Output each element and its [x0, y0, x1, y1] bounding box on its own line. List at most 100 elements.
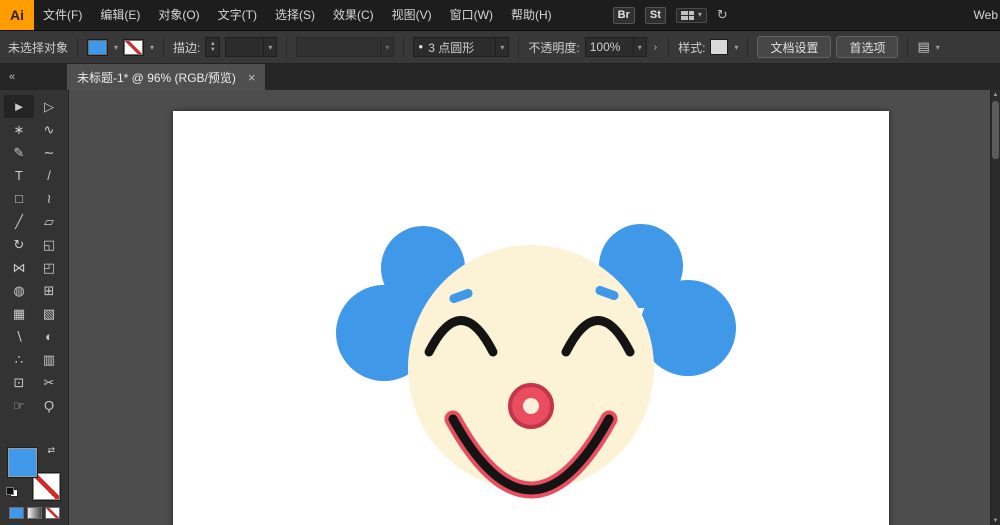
- chevron-down-icon[interactable]: ▾: [114, 43, 118, 52]
- opacity-dropdown[interactable]: 100% ▾: [584, 37, 647, 57]
- fill-indicator-swatch[interactable]: [8, 448, 37, 477]
- direct-selection-tool[interactable]: ▷: [34, 95, 64, 118]
- menu-item[interactable]: 帮助(H): [502, 0, 561, 30]
- free-transform-tool[interactable]: ◰: [34, 256, 64, 279]
- close-icon[interactable]: ×: [248, 71, 256, 84]
- canvas-area[interactable]: [69, 90, 990, 525]
- separator: [518, 37, 520, 57]
- lasso-tool[interactable]: ∿: [34, 118, 64, 141]
- workspace-name[interactable]: Web: [974, 0, 998, 30]
- chevron-down-icon[interactable]: ▾: [936, 43, 940, 52]
- bridge-button[interactable]: Br: [612, 6, 635, 24]
- scroll-up-icon[interactable]: ▲: [991, 90, 1000, 99]
- scroll-down-icon[interactable]: ▼: [991, 516, 1000, 525]
- chevron-down-icon: ▾: [632, 38, 642, 56]
- color-button[interactable]: [8, 507, 24, 519]
- chevron-down-icon: ▾: [495, 38, 504, 56]
- stroke-color-swatch[interactable]: [123, 38, 145, 56]
- gradient-button[interactable]: [26, 507, 42, 519]
- separator: [907, 37, 909, 57]
- stock-button[interactable]: St: [644, 6, 666, 24]
- panel-collapse-button[interactable]: «: [3, 68, 21, 86]
- hand-tool[interactable]: ☞: [4, 394, 34, 417]
- arrange-documents-icon[interactable]: ▤: [917, 39, 929, 55]
- pencil-tool[interactable]: ╱: [4, 210, 34, 233]
- chevron-down-icon: ▾: [697, 10, 702, 19]
- default-fill-stroke-icon[interactable]: [6, 487, 18, 497]
- document-tab[interactable]: 未标题-1* @ 96% (RGB/预览) ×: [67, 64, 266, 90]
- chevron-down-icon: ▾: [263, 38, 272, 56]
- menu-item[interactable]: 对象(O): [149, 0, 208, 30]
- blend-tool[interactable]: ◐: [34, 325, 64, 348]
- gradient-tool[interactable]: ▧: [34, 302, 64, 325]
- scrollbar-thumb[interactable]: [992, 101, 999, 159]
- stroke-weight-stepper[interactable]: ▲ ▼: [205, 37, 221, 57]
- hair-lobe[interactable]: [640, 280, 736, 376]
- opacity-value: 100%: [589, 40, 621, 54]
- curvature-tool[interactable]: ∼: [34, 141, 64, 164]
- opacity-panel-arrow-icon[interactable]: ›: [652, 42, 659, 53]
- line-segment-tool[interactable]: /: [34, 164, 64, 187]
- vertical-scrollbar[interactable]: ▲ ▼: [990, 90, 1000, 525]
- rotate-tool[interactable]: ↻: [4, 233, 34, 256]
- stepper-down-icon[interactable]: ▼: [210, 47, 216, 53]
- brush-definition-dropdown[interactable]: ● 3 点圆形 ▾: [413, 37, 510, 57]
- none-button[interactable]: [44, 507, 60, 519]
- fill-color-swatch[interactable]: [87, 38, 109, 56]
- clown-artwork[interactable]: [173, 111, 889, 525]
- column-graph-tool[interactable]: ▥: [34, 348, 64, 371]
- menu-items: 文件(F) 编辑(E) 对象(O) 文字(T) 选择(S) 效果(C) 视图(V) 窗口(W)…: [34, 0, 561, 30]
- scale-tool[interactable]: ◱: [34, 233, 64, 256]
- document-tab-title: 未标题-1* @ 96% (RGB/预览): [77, 70, 236, 85]
- selection-tool[interactable]: ►: [4, 95, 34, 118]
- width-tool[interactable]: ⋈: [4, 256, 34, 279]
- chevron-down-icon[interactable]: ▾: [150, 43, 154, 52]
- rectangle-tool[interactable]: □: [4, 187, 34, 210]
- preferences-button[interactable]: 首选项: [836, 36, 899, 58]
- clown-nose-center[interactable]: [523, 398, 539, 414]
- workspace-grid-icon: [680, 10, 694, 20]
- eyedropper-tool[interactable]: ∖: [4, 325, 34, 348]
- pen-tool[interactable]: ✎: [4, 141, 34, 164]
- artboard-tool[interactable]: ⊡: [4, 371, 34, 394]
- sync-settings-icon[interactable]: ↻: [717, 7, 728, 23]
- paintbrush-tool[interactable]: ≀: [34, 187, 64, 210]
- shape-builder-tool[interactable]: ◍: [4, 279, 34, 302]
- eraser-tool[interactable]: ▱: [34, 210, 64, 233]
- stroke-indicator-swatch[interactable]: [33, 473, 60, 500]
- workspace-switcher[interactable]: ▾: [675, 7, 707, 23]
- chevron-down-icon[interactable]: ▾: [734, 43, 738, 52]
- stroke-weight-dropdown[interactable]: ▾: [225, 37, 278, 57]
- menu-item[interactable]: 编辑(E): [91, 0, 149, 30]
- graphic-style-swatch[interactable]: [710, 39, 729, 55]
- magic-wand-tool[interactable]: ∗: [4, 118, 34, 141]
- control-bar: 未选择对象 ▾ ▾ 描边: ▲ ▼ ▾ ▾ ● 3 点圆形 ▾ 不透明度: 10…: [0, 30, 1000, 64]
- symbol-sprayer-tool[interactable]: ∴: [4, 348, 34, 371]
- chevron-down-icon: ▾: [380, 38, 389, 56]
- menu-item[interactable]: 窗口(W): [441, 0, 502, 30]
- selection-status: 未选择对象: [8, 40, 69, 55]
- menu-item[interactable]: 文件(F): [34, 0, 91, 30]
- menu-item[interactable]: 效果(C): [324, 0, 383, 30]
- tool-grid: ► ▷ ∗ ∿ ✎ ∼ T / □ ≀ ╱ ▱ ↻ ◱ ⋈ ◰ ◍ ⊞ ▦ ▧ …: [4, 95, 64, 417]
- swap-fill-stroke-icon[interactable]: ⇄: [47, 446, 55, 455]
- brush-preview-icon: ●: [418, 42, 424, 51]
- clown-face[interactable]: [408, 245, 654, 491]
- menu-bar-right: Br St ▾ ↻: [612, 6, 728, 24]
- mesh-tool[interactable]: ▦: [4, 302, 34, 325]
- separator: [286, 37, 288, 57]
- tab-bar: « 未标题-1* @ 96% (RGB/预览) ×: [0, 64, 1000, 90]
- menu-item[interactable]: 视图(V): [383, 0, 441, 30]
- menu-item[interactable]: 选择(S): [266, 0, 324, 30]
- perspective-grid-tool[interactable]: ⊞: [34, 279, 64, 302]
- document-setup-button[interactable]: 文档设置: [757, 36, 832, 58]
- width-profile-dropdown[interactable]: ▾: [296, 37, 395, 57]
- type-tool[interactable]: T: [4, 164, 34, 187]
- separator: [403, 37, 405, 57]
- menu-item[interactable]: 文字(T): [209, 0, 266, 30]
- menu-bar: Ai 文件(F) 编辑(E) 对象(O) 文字(T) 选择(S) 效果(C) 视图(V) 窗口…: [0, 0, 1000, 30]
- zoom-tool[interactable]: Ϙ: [34, 394, 64, 417]
- artboard[interactable]: [173, 111, 889, 525]
- slice-tool[interactable]: ✂: [34, 371, 64, 394]
- separator: [747, 37, 749, 57]
